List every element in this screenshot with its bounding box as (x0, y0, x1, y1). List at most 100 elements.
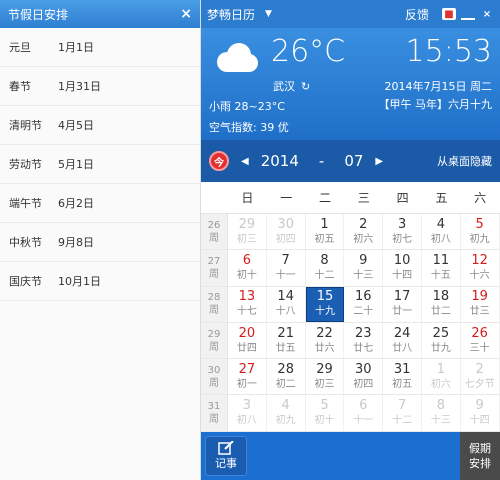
calendar-day[interactable]: 30 初四 (344, 359, 384, 395)
solar-day: 15 (316, 289, 334, 305)
holiday-row[interactable]: 中秋节 9月8日 (0, 223, 200, 262)
calendar-week-row: 29 周 20 廿四 21 廿五 22 廿六 23 廿七 24 廿八 25 廿九 26 三十 (201, 322, 500, 360)
calendar-day[interactable]: 11 十五 (422, 250, 461, 286)
lunar-day: 廿二 (430, 306, 451, 318)
calendar-day[interactable]: 29 初三 (228, 214, 267, 250)
lunar-day: 十一 (353, 415, 374, 427)
solar-day: 7 (281, 252, 290, 268)
lunar-day: 廿五 (275, 342, 296, 354)
calendar-day[interactable]: 2 初六 (344, 214, 384, 250)
calendar-day[interactable]: 20 廿四 (228, 322, 267, 359)
solar-day: 3 (397, 216, 407, 232)
solar-day: 23 (355, 325, 372, 341)
calendar-day[interactable]: 22 廿六 (306, 322, 345, 359)
calendar-day[interactable]: 26 三十 (461, 322, 500, 359)
weather-panel: 26°C 武汉 ↻ 15:53 2014年7月15日 周二 【甲午 马年】六月十九… (201, 28, 500, 140)
calendar-day[interactable]: 3 初八 (228, 395, 267, 431)
feedback-link[interactable]: 反馈 (405, 6, 429, 23)
close-icon[interactable]: × (180, 6, 192, 22)
holiday-row[interactable]: 清明节 4月5日 (0, 106, 200, 145)
calendar-day[interactable]: 31 初五 (383, 359, 422, 395)
calendar-day[interactable]: 1 初六 (422, 359, 461, 395)
gift-icon[interactable]: ■ (442, 8, 456, 20)
today-button[interactable]: 今 (209, 151, 229, 171)
hide-from-desktop-link[interactable]: 从桌面隐藏 (437, 153, 492, 169)
calendar-day[interactable]: 19 廿三 (461, 286, 500, 322)
calendar-day[interactable]: 3 初七 (383, 214, 422, 250)
calendar-day[interactable]: 4 初九 (267, 395, 306, 431)
holiday-date: 4月5日 (58, 119, 94, 132)
next-month-icon[interactable]: ▶ (375, 156, 383, 167)
solar-day: 12 (471, 252, 488, 268)
calendar-day[interactable]: 29 初三 (306, 359, 345, 395)
close-icon[interactable]: × (480, 8, 494, 20)
holiday-name: 清明节 (9, 119, 42, 132)
calendar-day[interactable]: 30 初四 (267, 214, 306, 250)
holiday-schedule-button[interactable]: 假期 安排 (460, 432, 500, 480)
week-number-value: 31 (207, 401, 221, 413)
clock-time: 15:53 (405, 34, 492, 69)
lunar-day: 七夕节 (464, 378, 495, 390)
calendar-day[interactable]: 8 十二 (306, 250, 345, 286)
holiday-row[interactable]: 劳动节 5月1日 (0, 145, 200, 184)
calendar-day[interactable]: 4 初八 (422, 214, 461, 250)
calendar-week-row: 31 周 3 初八 4 初九 5 初十 6 十一 7 十二 8 十三 9 十四 (201, 395, 500, 432)
calendar-day[interactable]: 14 十八 (267, 286, 306, 322)
calendar-day[interactable]: 5 初十 (306, 395, 345, 431)
lunar-day: 初八 (430, 233, 451, 245)
calendar-day[interactable]: 21 廿五 (267, 322, 306, 359)
holiday-row[interactable]: 春节 1月31日 (0, 67, 200, 106)
solar-day: 5 (475, 216, 484, 232)
solar-day: 18 (432, 289, 450, 305)
week-number-value: 26 (207, 219, 221, 231)
lunar-day: 初一 (236, 378, 257, 390)
lunar-day: 廿四 (236, 342, 257, 354)
month-selector[interactable]: 07 (344, 152, 363, 170)
calendar-day[interactable]: 16 二十 (344, 286, 384, 322)
calendar-day[interactable]: 9 十三 (344, 250, 384, 286)
minimize-icon[interactable] (461, 8, 475, 20)
notes-button[interactable]: 记事 (205, 436, 247, 476)
calendar-day[interactable]: 17 廿一 (383, 286, 422, 322)
week-number: 30 周 (201, 359, 228, 395)
year-selector[interactable]: 2014 (261, 152, 299, 170)
calendar-day[interactable]: 6 十一 (344, 395, 384, 431)
calendar-day-today[interactable]: 15 十九 (305, 286, 345, 322)
calendar-day[interactable]: 18 廿二 (422, 286, 461, 322)
calendar-day[interactable]: 25 廿九 (422, 322, 461, 359)
menu-dropdown-icon[interactable]: ▼ (265, 9, 272, 19)
calendar-day[interactable]: 8 十三 (422, 395, 461, 431)
calendar-day[interactable]: 9 十四 (461, 395, 500, 431)
calendar-day[interactable]: 6 初十 (228, 250, 267, 286)
calendar-day[interactable]: 2 七夕节 (461, 359, 500, 395)
calendar-day[interactable]: 24 廿八 (383, 322, 422, 359)
calendar-day[interactable]: 7 十一 (267, 250, 306, 286)
solar-day: 3 (242, 398, 252, 414)
calendar-day[interactable]: 1 初五 (306, 214, 345, 250)
solar-day: 2 (359, 216, 368, 232)
lunar-day: 十五 (430, 269, 451, 281)
holiday-row[interactable]: 元旦 1月1日 (0, 28, 200, 67)
holiday-row[interactable]: 端午节 6月2日 (0, 184, 200, 223)
holiday-row[interactable]: 国庆节 10月1日 (0, 262, 200, 301)
calendar-day[interactable]: 13 十七 (228, 286, 267, 322)
calendar-day[interactable]: 27 初一 (228, 359, 267, 395)
prev-month-icon[interactable]: ◀ (241, 156, 249, 167)
week-number: 26 周 (201, 214, 228, 250)
solar-day: 10 (393, 252, 411, 268)
calendar-day[interactable]: 5 初九 (461, 214, 500, 250)
week-number-value: 29 (207, 328, 221, 340)
calendar-day[interactable]: 12 十六 (461, 250, 500, 286)
solar-day: 6 (359, 398, 368, 414)
calendar-day[interactable]: 23 廿七 (344, 322, 384, 359)
lunar-day: 十三 (353, 269, 374, 281)
lunar-day: 十四 (392, 269, 413, 281)
holiday-button-line1: 假期 (469, 442, 491, 455)
calendar-day[interactable]: 28 初二 (267, 359, 306, 395)
calendar-day[interactable]: 10 十四 (383, 250, 422, 286)
refresh-icon[interactable]: ↻ (301, 80, 310, 93)
holiday-name: 端午节 (9, 197, 42, 210)
weekday-label: 五 (435, 191, 448, 205)
month-navigator: 今 ◀ 2014 - 07 ▶ 从桌面隐藏 (201, 140, 500, 182)
calendar-day[interactable]: 7 十二 (383, 395, 422, 431)
